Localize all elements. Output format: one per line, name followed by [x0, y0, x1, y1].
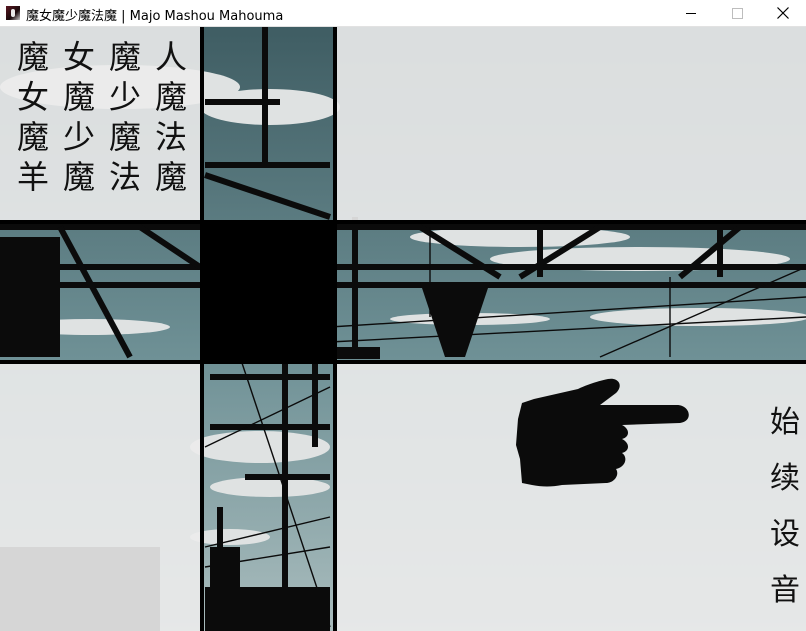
app-icon [6, 6, 20, 20]
title-char: 魔 [62, 78, 95, 116]
maximize-button[interactable] [714, 0, 760, 26]
close-button[interactable] [760, 0, 806, 26]
minimize-button[interactable] [668, 0, 714, 26]
title-char: 少 [62, 118, 95, 156]
title-char: 魔 [154, 78, 187, 116]
title-char: 羊 [16, 158, 49, 196]
title-char: 法 [108, 158, 141, 196]
title-char: 魔 [154, 158, 187, 196]
title-char: 魔 [108, 38, 141, 76]
title-char: 魔 [62, 158, 95, 196]
menu-start[interactable]: 始 [765, 395, 805, 451]
pointing-hand-icon [516, 378, 689, 487]
game-screen[interactable]: 魔 女 魔 人 女 魔 少 魔 魔 少 魔 法 羊 魔 法 魔 始 续 设 音 [0, 27, 806, 631]
menu-sound[interactable]: 音 [765, 563, 805, 619]
main-menu: 始 续 设 音 [765, 395, 805, 619]
menu-continue[interactable]: 续 [765, 451, 805, 507]
title-char: 人 [154, 38, 187, 76]
window-title: 魔女魔少魔法魔 | Majo Mashou Mahouma [26, 9, 284, 24]
title-char: 女 [62, 38, 95, 76]
window-titlebar[interactable]: 魔女魔少魔法魔 | Majo Mashou Mahouma [0, 0, 806, 27]
menu-settings[interactable]: 设 [765, 507, 805, 563]
title-char: 魔 [16, 38, 49, 76]
title-logo-grid: 魔 女 魔 人 女 魔 少 魔 魔 少 魔 法 羊 魔 法 魔 [10, 37, 195, 197]
close-icon [777, 7, 789, 19]
title-char: 少 [108, 78, 141, 116]
title-char: 女 [16, 78, 49, 116]
title-char: 法 [154, 118, 187, 156]
title-char: 魔 [108, 118, 141, 156]
title-char: 魔 [16, 118, 49, 156]
